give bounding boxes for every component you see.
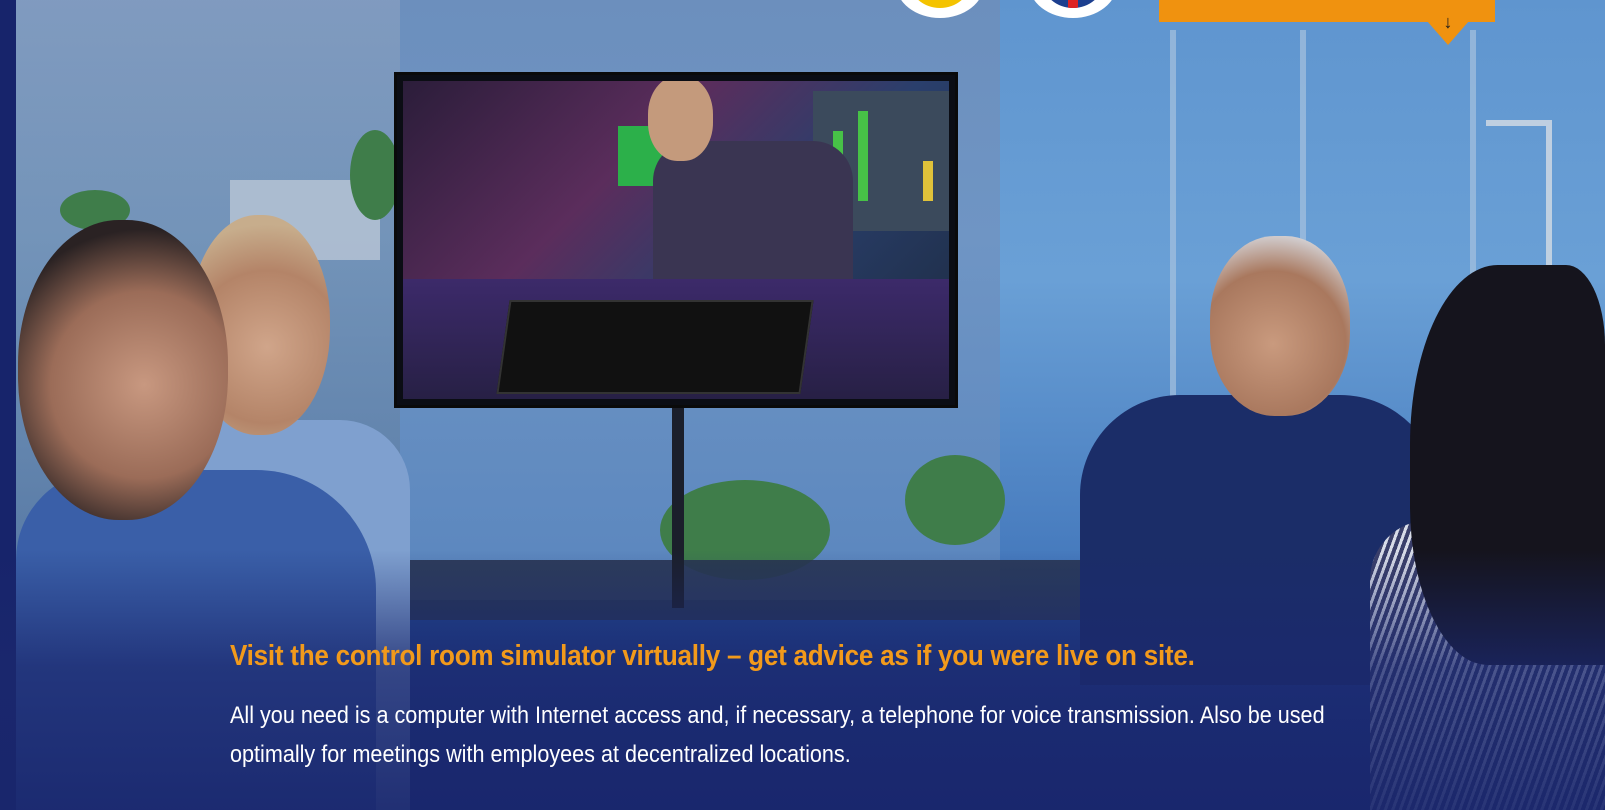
hero-body-text: All you need is a computer with Internet… — [230, 702, 1325, 768]
arrow-down-icon[interactable]: ↓ — [1438, 12, 1458, 32]
hero-headline: Visit the control room simulator virtual… — [230, 640, 1195, 672]
glass-frame — [1170, 30, 1176, 450]
video-conference-screen — [394, 72, 958, 408]
table-plant — [905, 455, 1005, 545]
presenter-head — [648, 81, 713, 161]
uk-flag-icon — [1043, 0, 1103, 8]
attendee-3-head — [1210, 236, 1350, 416]
plant — [350, 130, 400, 220]
hero-section: ↓ Visit the control room simulator virtu… — [0, 0, 1605, 810]
attendee-1-head — [18, 220, 228, 520]
control-room-video-frame — [403, 81, 949, 399]
control-console — [496, 300, 814, 394]
language-flag-icon — [910, 0, 970, 8]
door-handle — [1486, 120, 1552, 282]
